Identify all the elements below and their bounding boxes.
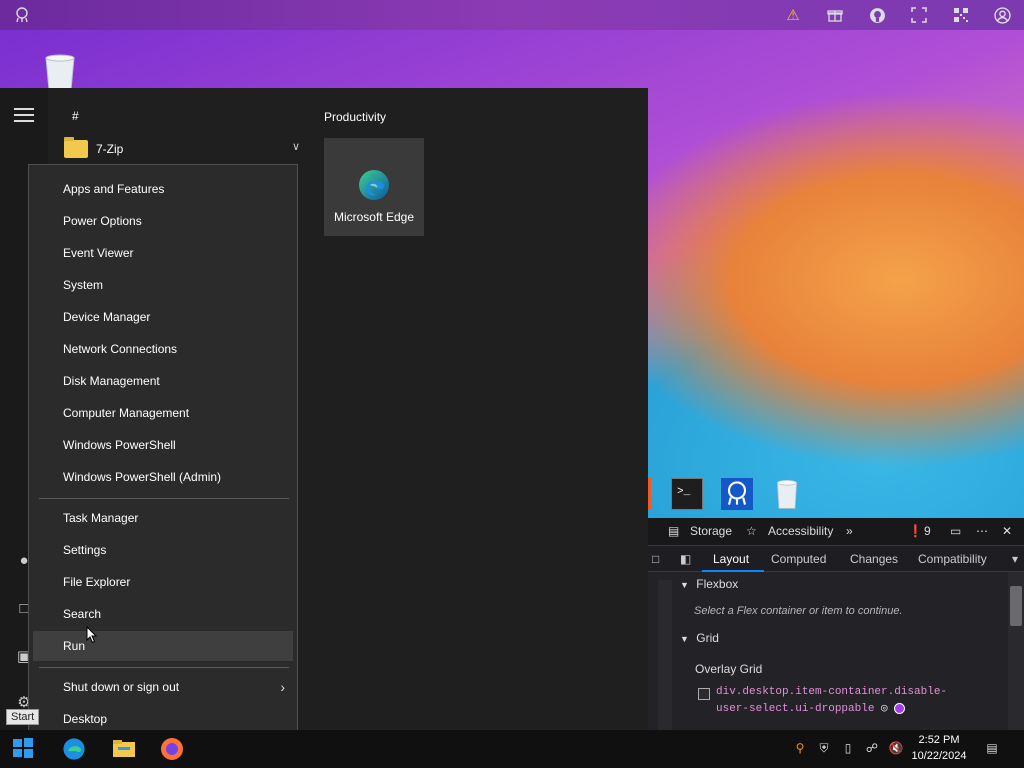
menu-item-windows-powershell[interactable]: Windows PowerShell <box>33 430 293 460</box>
flexbox-section-toggle[interactable]: ▼ Flexbox <box>680 577 738 591</box>
tab-changes[interactable]: Changes <box>850 552 898 566</box>
search-tray-icon[interactable]: ⚲ <box>792 740 808 756</box>
tile-group-header: Productivity <box>324 110 387 124</box>
dropdown-arrow-icon[interactable]: ▾ <box>1012 552 1018 566</box>
menu-item-disk-management[interactable]: Disk Management <box>33 366 293 396</box>
menu-item-settings[interactable]: Settings <box>33 535 293 565</box>
volume-muted-icon[interactable]: 🔇 <box>888 740 904 756</box>
menu-item-label: Shut down or sign out <box>63 680 180 694</box>
menu-item-file-explorer[interactable]: File Explorer <box>33 567 293 597</box>
app-logo-icon[interactable] <box>12 5 32 25</box>
gift-icon[interactable] <box>825 5 845 25</box>
highlight-target-icon[interactable]: ◎ <box>881 703 888 715</box>
grid-selector-text: div.desktop.item-container.disable-user-… <box>716 686 948 715</box>
responsive-mode-icon[interactable]: ▭ <box>950 524 961 538</box>
chevron-down-icon: ▼ <box>680 580 689 590</box>
menu-item-windows-powershell-admin[interactable]: Windows PowerShell (Admin) <box>33 462 293 492</box>
folder-icon <box>64 137 88 158</box>
close-devtools-icon[interactable]: ✕ <box>1002 524 1012 538</box>
grid-section-toggle[interactable]: ▼ Grid <box>680 631 719 645</box>
tab-layout[interactable]: Layout <box>713 552 749 566</box>
tile-label: Microsoft Edge <box>333 210 415 224</box>
tab-accessibility[interactable]: Accessibility <box>768 524 833 538</box>
fullscreen-icon[interactable] <box>909 5 929 25</box>
tab-storage[interactable]: Storage <box>690 524 732 538</box>
menu-item-shut-down-or-sign-out[interactable]: Shut down or sign out › <box>33 672 293 702</box>
error-icon[interactable]: ❗ <box>908 524 923 538</box>
top-bar: ⚠ <box>0 0 1024 30</box>
menu-separator <box>39 498 289 499</box>
rules-pane-icon[interactable]: □ <box>652 552 659 566</box>
menu-item-device-manager[interactable]: Device Manager <box>33 302 293 332</box>
menu-item-network-connections[interactable]: Network Connections <box>33 334 293 364</box>
notifications-icon[interactable]: ▤ <box>984 740 1000 756</box>
devtools-sidebar-tabs: □ ◧ Layout Computed Changes Compatibilit… <box>648 546 1024 572</box>
grid-section-title: Grid <box>696 631 719 645</box>
clock-time: 2:52 PM <box>918 734 960 746</box>
menu-item-system[interactable]: System <box>33 270 293 300</box>
tile-microsoft-edge[interactable]: Microsoft Edge <box>324 138 424 236</box>
clock-date: 10/22/2024 <box>911 750 967 762</box>
qr-code-icon[interactable] <box>951 5 971 25</box>
accessibility-icon: ☆ <box>746 524 757 538</box>
devtools-panel: ▤ Storage ☆ Accessibility » ❗ 9 ▭ ⋯ ✕ □ … <box>648 518 1024 730</box>
warning-icon[interactable]: ⚠ <box>783 5 803 25</box>
flexbox-hint: Select a Flex container or item to conti… <box>694 605 903 617</box>
scrollbar-thumb[interactable] <box>1010 586 1022 626</box>
chevron-down-icon: ▼ <box>680 634 689 644</box>
file-explorer-icon[interactable] <box>112 737 136 761</box>
overlay-grid-heading: Overlay Grid <box>695 662 763 676</box>
taskbar: ⚲ ⛨ ▯ ☍ 🔇 ▤ <box>0 730 1024 768</box>
edge-logo-icon <box>359 170 389 200</box>
grid-color-swatch[interactable] <box>894 702 906 714</box>
app-logo-dock-icon[interactable] <box>721 478 753 510</box>
edge-taskbar-icon[interactable] <box>62 737 86 761</box>
menu-separator <box>39 667 289 668</box>
hamburger-menu-icon[interactable] <box>14 108 34 122</box>
menu-item-power-options[interactable]: Power Options <box>33 206 293 236</box>
start-tooltip: Start <box>6 709 40 725</box>
usb-device-icon[interactable]: ▯ <box>840 740 856 756</box>
more-tabs-icon[interactable]: » <box>846 524 853 538</box>
chevron-right-icon: › <box>280 679 285 695</box>
app-list-item-label: 7-Zip <box>96 142 124 156</box>
devtools-tab-bar: ▤ Storage ☆ Accessibility » ❗ 9 ▭ ⋯ ✕ <box>648 518 1024 546</box>
flexbox-section-title: Flexbox <box>696 577 739 591</box>
menu-item-apps-and-features[interactable]: Apps and Features <box>33 174 293 204</box>
app-list-item-7zip[interactable]: 7-Zip ∨ <box>56 136 308 162</box>
network-icon[interactable]: ☍ <box>864 740 880 756</box>
active-tab-indicator <box>702 570 764 572</box>
terminal-icon[interactable]: >_ <box>671 478 703 510</box>
tab-computed[interactable]: Computed <box>771 552 826 566</box>
scrollbar[interactable] <box>658 580 672 730</box>
recycle-bin-desktop-icon[interactable] <box>42 52 78 92</box>
apps-section-header: # <box>72 109 79 123</box>
github-icon[interactable] <box>867 5 887 25</box>
more-options-icon[interactable]: ⋯ <box>976 524 988 538</box>
error-count: 9 <box>924 524 931 538</box>
storage-icon: ▤ <box>668 524 680 538</box>
menu-item-event-viewer[interactable]: Event Viewer <box>33 238 293 268</box>
menu-item-search[interactable]: Search <box>33 599 293 629</box>
power-user-context-menu: Apps and Features Power Options Event Vi… <box>28 164 298 744</box>
grid-selector-label[interactable]: div.desktop.item-container.disable-user-… <box>696 684 976 718</box>
windows-start-icon[interactable] <box>12 737 36 761</box>
recycle-bin-dock-icon[interactable] <box>771 478 803 510</box>
firefox-icon[interactable] <box>160 737 184 761</box>
menu-item-computer-management[interactable]: Computer Management <box>33 398 293 428</box>
taskbar-clock[interactable]: 2:52 PM 10/22/2024 <box>908 732 970 764</box>
chevron-down-icon[interactable]: ∨ <box>292 140 300 153</box>
tab-compatibility[interactable]: Compatibility <box>918 552 987 566</box>
menu-item-task-manager[interactable]: Task Manager <box>33 503 293 533</box>
layout-pane-icon[interactable]: ◧ <box>680 552 691 566</box>
user-account-icon[interactable] <box>992 5 1012 25</box>
menu-item-run[interactable]: Run <box>33 631 293 661</box>
mouse-cursor-icon <box>86 626 98 644</box>
security-shield-icon[interactable]: ⛨ <box>816 740 832 756</box>
